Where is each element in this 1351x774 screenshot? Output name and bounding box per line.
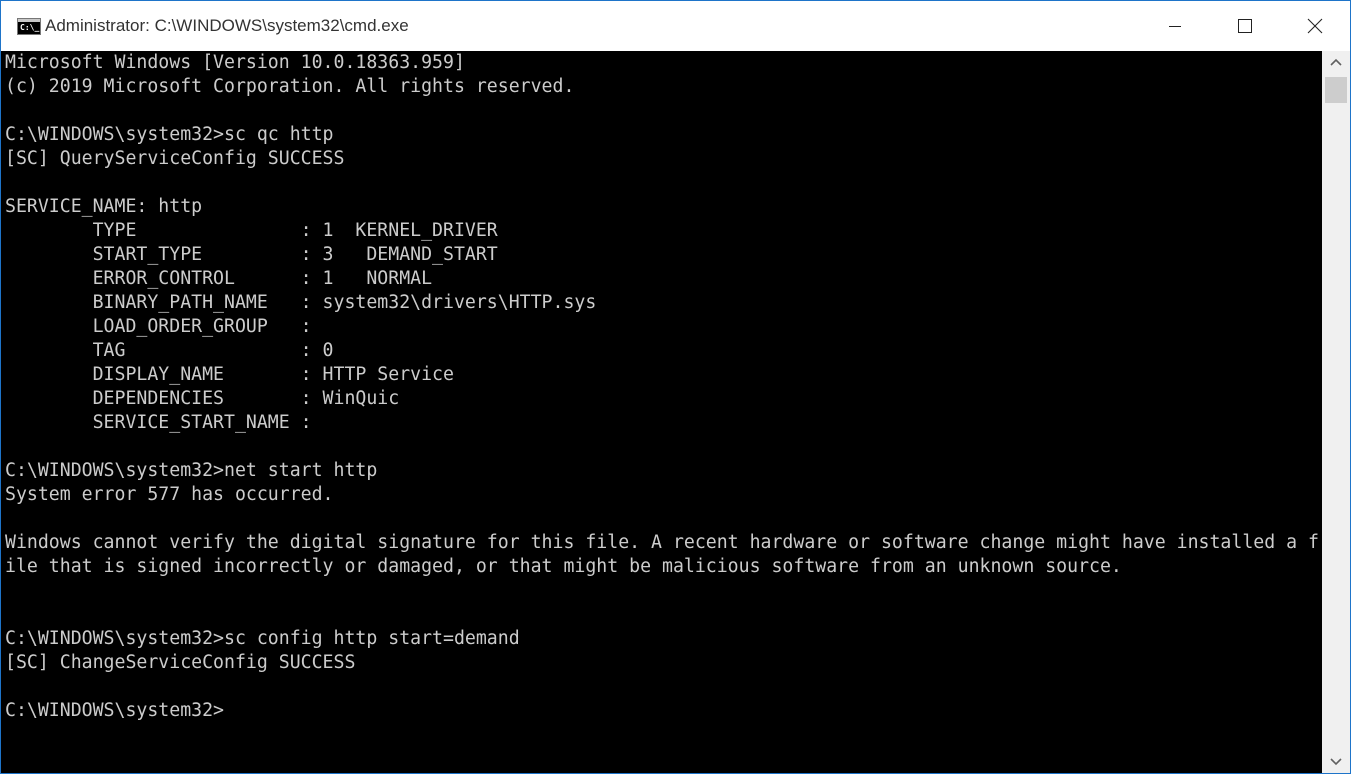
cmd-icon-prompt: C:\_ [20,22,40,32]
console-line: BINARY_PATH_NAME : system32\drivers\HTTP… [5,292,597,313]
close-button[interactable] [1280,1,1350,51]
console-text: Microsoft Windows [Version 10.0.18363.95… [1,51,1322,723]
chevron-down-icon [1330,758,1342,766]
console-line: ERROR_CONTROL : 1 NORMAL [5,268,433,289]
console-line: DISPLAY_NAME : HTTP Service [5,364,454,385]
console-line: C:\WINDOWS\system32>sc config http start… [5,628,520,649]
title-bar[interactable]: C:\_ Administrator: C:\WINDOWS\system32\… [1,1,1350,51]
console-line: C:\WINDOWS\system32> [5,700,224,721]
scroll-thumb[interactable] [1325,77,1347,103]
cmd-window[interactable]: C:\_ Administrator: C:\WINDOWS\system32\… [0,0,1351,774]
console-line: TAG : 0 [5,340,334,361]
minimize-icon [1169,26,1181,27]
console-line: ile that is signed incorrectly or damage… [5,556,1122,577]
console-output[interactable]: Microsoft Windows [Version 10.0.18363.95… [1,51,1322,773]
console-line: [SC] ChangeServiceConfig SUCCESS [5,652,356,673]
cmd-icon[interactable]: C:\_ [17,17,41,35]
console-line: C:\WINDOWS\system32>net start http [5,460,378,481]
window-title: Administrator: C:\WINDOWS\system32\cmd.e… [45,16,409,35]
console-line: SERVICE_START_NAME : [5,412,312,433]
console-line: Microsoft Windows [Version 10.0.18363.95… [5,52,465,73]
maximize-button[interactable] [1210,1,1280,51]
vertical-scrollbar[interactable] [1322,51,1350,773]
console-line: (c) 2019 Microsoft Corporation. All righ… [5,76,575,97]
console-line: LOAD_ORDER_GROUP : [5,316,312,337]
scroll-up-button[interactable] [1322,51,1350,73]
chevron-up-icon [1330,58,1342,66]
console-line: C:\WINDOWS\system32>sc qc http [5,124,334,145]
maximize-icon [1238,19,1252,33]
console-line: [SC] QueryServiceConfig SUCCESS [5,148,345,169]
close-icon [1307,18,1323,34]
cmd-icon-titlebar [18,18,40,22]
minimize-button[interactable] [1140,1,1210,51]
console-line: TYPE : 1 KERNEL_DRIVER [5,220,498,241]
console-line: START_TYPE : 3 DEMAND_START [5,244,498,265]
console-line: DEPENDENCIES : WinQuic [5,388,400,409]
console-line: System error 577 has occurred. [5,484,334,505]
console-line: Windows cannot verify the digital signat… [5,532,1319,553]
caption-buttons [1140,1,1350,51]
console-line: SERVICE_NAME: http [5,196,203,217]
scroll-down-button[interactable] [1322,751,1350,773]
